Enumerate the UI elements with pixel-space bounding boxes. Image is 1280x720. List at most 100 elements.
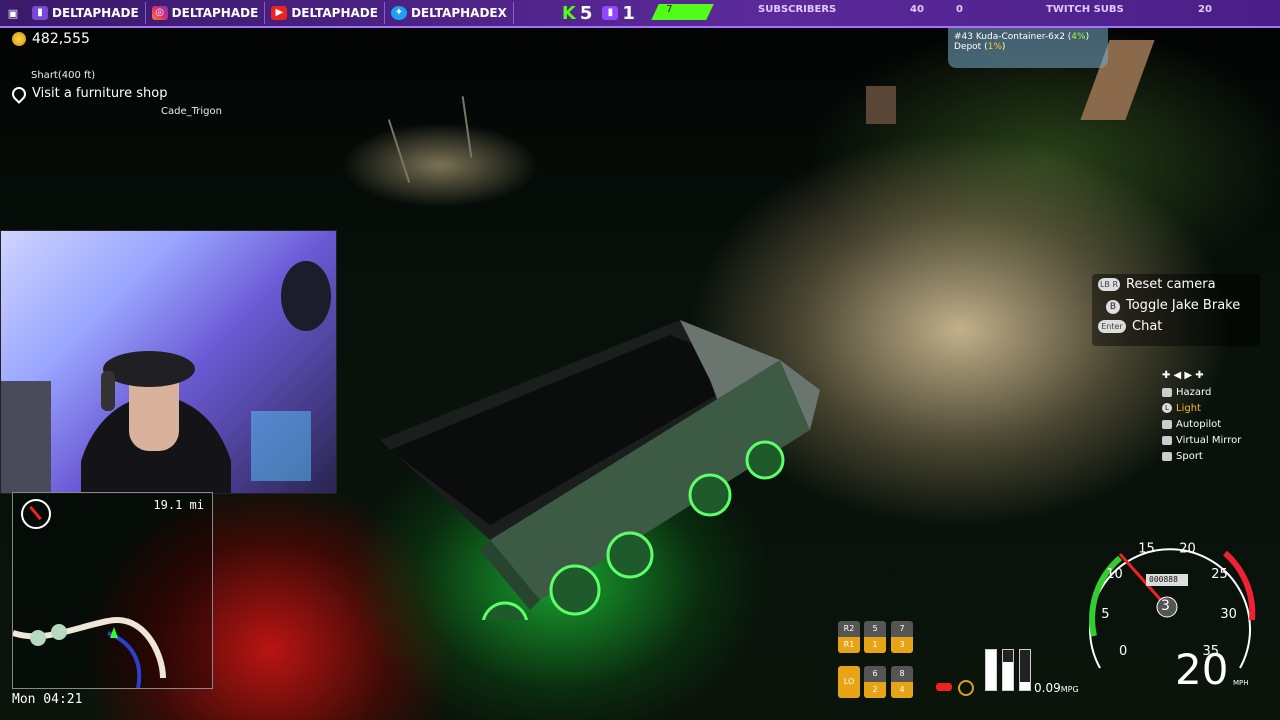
fuel-economy: 0.09MPG: [1034, 681, 1079, 695]
gear-7-3: 73: [891, 621, 913, 653]
speed-tick-label: 30: [1220, 607, 1237, 622]
gear-lo: LO: [838, 666, 860, 698]
twitch-subs-count: 0: [956, 4, 963, 15]
instagram-handle: ◎ DELTAPHADE: [146, 2, 266, 24]
youtube-icon: ▶: [271, 6, 288, 20]
twitch-icon: ▮: [32, 6, 48, 20]
kick-count: 5: [579, 2, 593, 24]
cargo-panel: #43 Kuda-Container-6x2 (4%) Depot (1%): [948, 28, 1108, 68]
gear-label: 8: [899, 669, 905, 678]
hint-label: Reset camera: [1126, 277, 1216, 292]
location-label: Shart(400 ft): [31, 70, 96, 81]
youtube-handle: ▶ DELTAPHADE: [265, 2, 385, 24]
enter-key-icon: Enter: [1098, 320, 1126, 333]
speed-tick-label: 15: [1138, 542, 1155, 557]
current-gear: 3: [1161, 598, 1170, 614]
subscribers-value: 40: [910, 4, 924, 15]
twitch-count: 1: [622, 2, 635, 24]
option-label: Virtual Mirror: [1176, 434, 1242, 446]
gear-label: R1: [838, 637, 860, 653]
minimap: 19.1 mi: [12, 492, 213, 689]
depot-suffix: ): [1001, 42, 1006, 52]
oil-gauge-bar: [1019, 649, 1031, 691]
microphone-arm: [281, 261, 331, 331]
option-virtual-mirror: Virtual Mirror: [1162, 432, 1241, 448]
option-autopilot: Autopilot: [1162, 416, 1241, 432]
kick-icon: K: [561, 2, 576, 24]
lb-button-icon: LB R: [1098, 278, 1120, 291]
money-display: 482,555: [12, 31, 90, 47]
gear-label: 3: [891, 637, 913, 653]
option-hazard: Hazard: [1162, 384, 1241, 400]
coin-icon: [12, 32, 26, 46]
chair: [1, 381, 51, 493]
speed-tick-label: 25: [1211, 567, 1228, 582]
gear-label: 7: [899, 624, 905, 633]
gear-label: LO: [843, 677, 855, 686]
reset-camera-hint: LB R Reset camera: [1092, 274, 1260, 295]
gear-label: 5: [872, 624, 878, 633]
gear-6-2: 62: [864, 666, 886, 698]
streamer: [81, 351, 231, 493]
gear-5-1: 51: [864, 621, 886, 653]
cargo-line-depot: Depot (1%): [954, 42, 1102, 52]
truck-icon: ▣: [7, 6, 19, 20]
twitch-subs-label: TWITCH SUBS: [1046, 4, 1124, 15]
gear-label: R2: [843, 624, 855, 633]
vehicle-options: ✚ ◀ ▶ ✚ Hazard L Light Autopilot Virtual …: [1162, 370, 1241, 464]
brake-icon: [936, 683, 952, 691]
handle-label: DELTAPHADE: [171, 6, 259, 20]
option-label: Hazard: [1176, 386, 1212, 398]
mpg-unit: MPG: [1060, 685, 1079, 694]
tire-icon: [958, 680, 974, 696]
option-light: L Light: [1162, 400, 1241, 416]
depot-percent: 1%: [987, 42, 1002, 52]
mission-objective: Visit a furniture shop: [9, 83, 168, 104]
cargo-name: #43 Kuda-Container-6x2 (: [954, 32, 1072, 42]
gear-r: R2 R1: [838, 621, 860, 653]
option-label: Autopilot: [1176, 418, 1222, 430]
twitch-small-icon: ▮: [602, 6, 619, 20]
control-hints: LB R Reset camera B Toggle Jake Brake Ente…: [1092, 274, 1260, 346]
subscribers-label: SUBSCRIBERS: [758, 4, 837, 15]
twitter-icon: ✦: [390, 6, 407, 20]
handle-label: DELTAPHADE: [291, 6, 378, 20]
speedometer: 051015 20253035: [1089, 542, 1256, 669]
depot-name: Depot (: [954, 42, 988, 52]
instagram-icon: ◎: [151, 6, 168, 20]
mission-text: Visit a furniture shop: [32, 86, 168, 101]
tree-trunk: [866, 86, 896, 124]
mpg-value: 0.09: [1034, 681, 1061, 695]
lamp-post: [387, 119, 411, 183]
speed-value: 20: [1175, 645, 1229, 694]
game-clock: Mon 04:21: [12, 692, 83, 707]
speed-tick-label: 20: [1179, 542, 1196, 557]
jake-brake-hint: B Toggle Jake Brake: [1092, 295, 1260, 316]
fuel-gauge-bar: [985, 649, 997, 691]
gear-label: 6: [872, 669, 878, 678]
temp-gauge-bar: [1002, 649, 1014, 691]
option-label: Light: [1176, 402, 1201, 414]
speed-unit: MPH: [1233, 679, 1249, 687]
twitch-subs-value: 20: [1198, 4, 1212, 15]
option-label: Sport: [1176, 450, 1203, 462]
money-value: 482,555: [32, 31, 90, 47]
dump-truck: [380, 320, 820, 620]
shelf: [251, 411, 311, 481]
twitter-handle: ✦ DELTAPHADEX: [385, 2, 514, 24]
sub-progress-bar: 7: [651, 4, 714, 20]
option-sport: Sport: [1162, 448, 1241, 464]
gear-label: 1: [864, 637, 886, 653]
lamp-post: [461, 96, 473, 158]
gear-8-4: 84: [891, 666, 913, 698]
gear-label: 2: [864, 682, 886, 698]
hint-label: Chat: [1132, 319, 1163, 334]
speed-tick-label: 10: [1106, 567, 1123, 582]
hint-label: Toggle Jake Brake: [1126, 298, 1241, 313]
cargo-percent: 4%: [1071, 32, 1086, 42]
player-nametag: Cade_Trigon: [161, 106, 222, 117]
route-map: [13, 616, 166, 688]
chat-hint: Enter Chat: [1092, 316, 1260, 337]
b-button-icon: B: [1106, 299, 1120, 314]
twitch-handle: ▮ DELTAPHADE: [26, 2, 146, 24]
